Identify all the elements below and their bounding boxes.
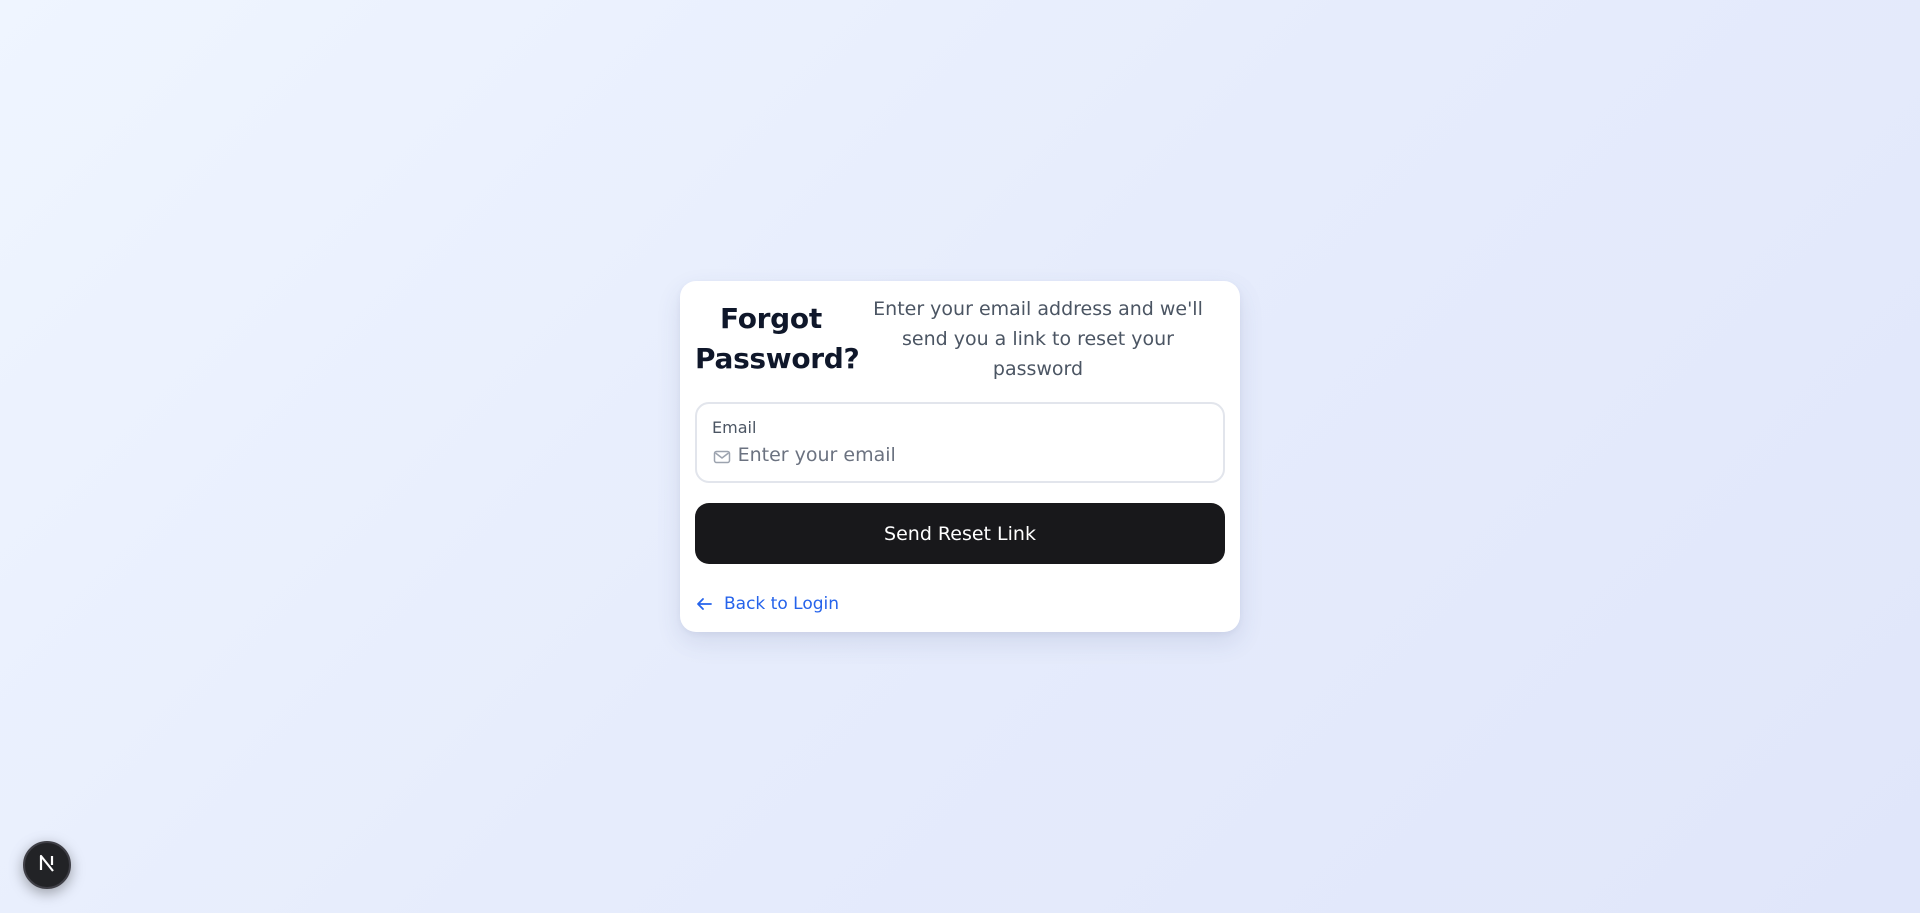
nextjs-dev-badge[interactable] (23, 841, 71, 889)
send-reset-link-button[interactable]: Send Reset Link (695, 503, 1225, 564)
nextjs-logo-icon (37, 853, 57, 878)
email-field[interactable]: Email (695, 402, 1225, 483)
card-header: Forgot Password? Enter your email addres… (695, 281, 1225, 391)
page-title: Forgot Password? (695, 302, 860, 375)
email-label: Email (712, 418, 757, 437)
back-to-login-link[interactable]: Back to Login (695, 594, 839, 614)
email-input[interactable] (737, 440, 1208, 470)
email-input-row (712, 440, 1208, 470)
page-subtitle: Enter your email address and we'll send … (873, 298, 1203, 380)
arrow-left-icon (695, 595, 713, 613)
back-to-login-label: Back to Login (724, 594, 840, 614)
mail-icon (712, 447, 732, 467)
forgot-password-card: Forgot Password? Enter your email addres… (680, 281, 1240, 632)
